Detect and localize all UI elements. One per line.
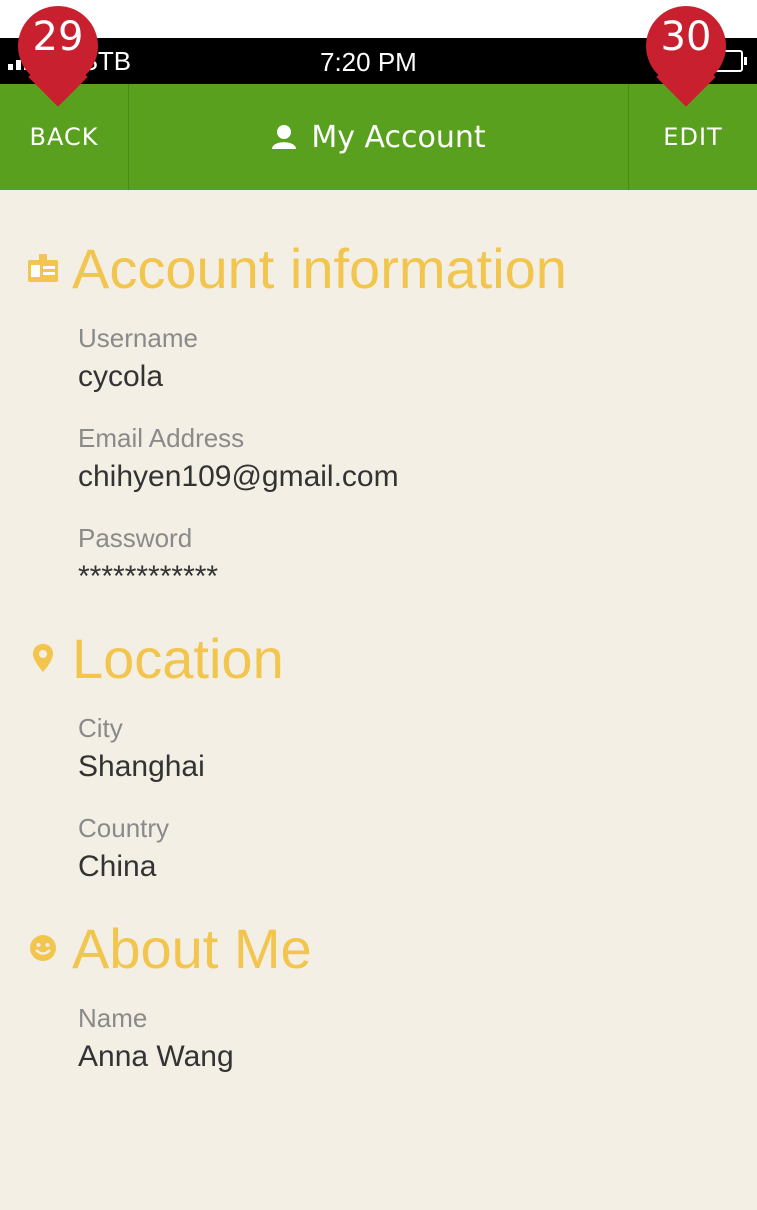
username-field: Username cycola bbox=[26, 320, 757, 398]
field-value: Shanghai bbox=[78, 750, 205, 783]
field-label: Country bbox=[78, 813, 170, 843]
password-field: Password ************ bbox=[26, 520, 757, 598]
user-icon bbox=[272, 125, 297, 149]
phone-screen: V-STB 7:20 PM BACK My Account EDIT bbox=[0, 38, 757, 1210]
account-section: Account information Username cycola Emai… bbox=[0, 230, 757, 598]
name-field: Name Anna Wang bbox=[26, 1000, 757, 1078]
location-section: Location City Shanghai Country China bbox=[0, 620, 757, 888]
field-label: Username bbox=[78, 323, 198, 353]
field-value: China bbox=[78, 850, 157, 883]
status-bar: V-STB 7:20 PM bbox=[0, 38, 757, 84]
field-label: Name bbox=[78, 1003, 148, 1033]
field-value: cycola bbox=[78, 360, 164, 393]
about-section: About Me Name Anna Wang bbox=[0, 910, 757, 1078]
field-label: City bbox=[78, 713, 123, 743]
marker-number: 29 bbox=[32, 14, 84, 60]
field-label: Email Address bbox=[78, 423, 245, 453]
city-field: City Shanghai bbox=[26, 710, 757, 788]
section-title: Account information bbox=[72, 236, 567, 300]
field-value: Anna Wang bbox=[78, 1040, 234, 1073]
section-heading: Location bbox=[26, 620, 757, 696]
smiley-icon bbox=[26, 931, 60, 965]
country-field: Country China bbox=[26, 810, 757, 888]
nav-bar: BACK My Account EDIT bbox=[0, 84, 757, 190]
email-field: Email Address chihyen109@gmail.com bbox=[26, 420, 757, 498]
id-badge-icon bbox=[26, 251, 60, 285]
section-title: About Me bbox=[72, 916, 312, 980]
account-content: Account information Username cycola Emai… bbox=[0, 190, 757, 1100]
annotation-marker-30: 30 bbox=[646, 6, 726, 107]
section-heading: Account information bbox=[26, 230, 757, 306]
marker-number: 30 bbox=[660, 14, 712, 60]
field-label: Password bbox=[78, 523, 193, 553]
map-pin-icon bbox=[26, 641, 60, 675]
field-value: ************ bbox=[78, 560, 219, 593]
section-title: Location bbox=[72, 626, 284, 690]
field-value: chihyen109@gmail.com bbox=[78, 460, 399, 493]
status-time: 7:20 PM bbox=[320, 47, 417, 77]
annotation-marker-29: 29 bbox=[18, 6, 98, 107]
page-title: My Account bbox=[129, 84, 628, 190]
section-heading: About Me bbox=[26, 910, 757, 986]
page-title-text: My Account bbox=[311, 119, 486, 155]
